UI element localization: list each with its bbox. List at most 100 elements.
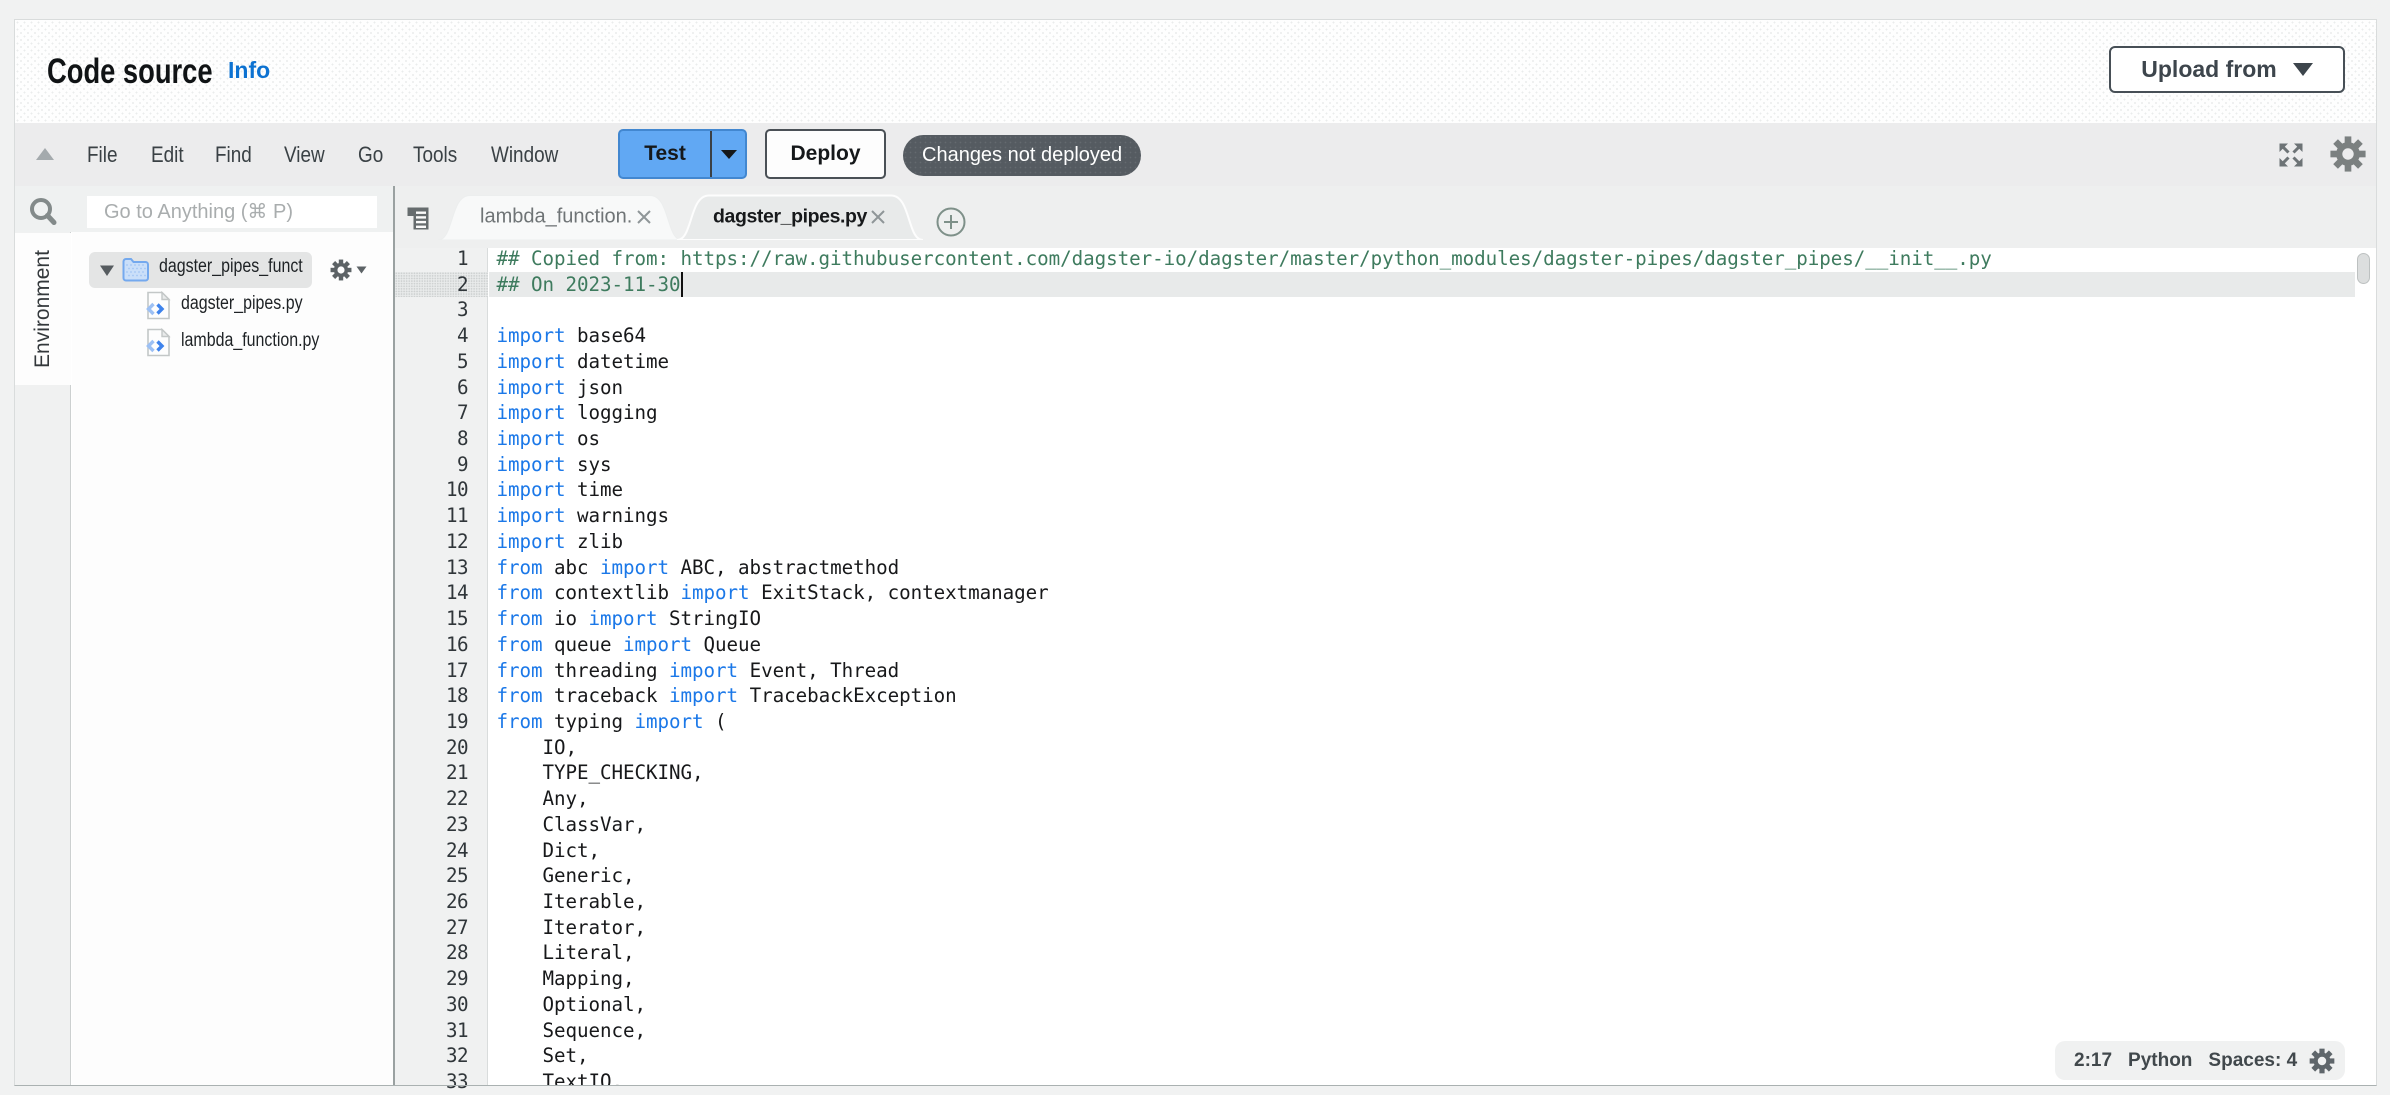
new-tab-plus-icon[interactable] bbox=[936, 207, 966, 237]
code-line: import warnings bbox=[497, 503, 670, 529]
tree-row-folder[interactable]: dagster_pipes_funct bbox=[72, 252, 393, 289]
code-source-card: Code source Info Upload from File Edit Fin… bbox=[14, 19, 2377, 1086]
code-line: Dict, bbox=[497, 838, 601, 864]
editor-statusbar: 2:17 Python Spaces: 4 bbox=[2055, 1041, 2345, 1080]
tab-dagster-pipes[interactable]: dagster_pipes.py bbox=[677, 194, 923, 240]
folder-disclosure-icon[interactable] bbox=[99, 264, 115, 277]
code-line: from typing import ( bbox=[497, 709, 727, 735]
menu-file[interactable]: File bbox=[87, 123, 117, 186]
line-number: 7 bbox=[408, 400, 468, 426]
line-number: 11 bbox=[408, 503, 468, 529]
line-number: 13 bbox=[408, 555, 468, 581]
tab-list-icon[interactable] bbox=[406, 205, 430, 232]
code-area[interactable]: ## Copied from: https://raw.githubuserco… bbox=[489, 248, 2377, 1087]
search-icon bbox=[28, 197, 58, 227]
line-number: 9 bbox=[408, 452, 468, 478]
upload-from-button[interactable]: Upload from bbox=[2109, 46, 2345, 93]
tree-row-file[interactable]: lambda_function.py bbox=[72, 326, 393, 363]
line-number: 23 bbox=[408, 812, 468, 838]
code-line: from abc import ABC, abstractmethod bbox=[497, 555, 900, 581]
tab-close-icon[interactable] bbox=[635, 208, 653, 226]
environment-rail: Environment bbox=[14, 232, 71, 1086]
file-tree: dagster_pipes_funct bbox=[72, 232, 393, 1086]
line-number: 33 bbox=[408, 1069, 468, 1095]
line-number: 2 bbox=[408, 272, 468, 298]
environment-tab[interactable]: Environment bbox=[14, 233, 71, 385]
code-line: from traceback import TracebackException bbox=[497, 683, 957, 709]
fullscreen-icon[interactable] bbox=[2278, 142, 2304, 168]
indent-setting[interactable]: Spaces: 4 bbox=[2208, 1050, 2297, 1072]
gear-caret-down-icon[interactable] bbox=[356, 266, 367, 274]
menubar: File Edit Find View Go Tools Window Test Deplo… bbox=[14, 123, 2377, 186]
code-line: from contextlib import ExitStack, contex… bbox=[497, 580, 1049, 606]
folder-settings-gear-icon[interactable] bbox=[330, 259, 352, 281]
code-line: from queue import Queue bbox=[497, 632, 762, 658]
statusbar-gear-icon[interactable] bbox=[2309, 1048, 2335, 1074]
page-title: Code source bbox=[47, 51, 213, 92]
code-line: Iterable, bbox=[497, 889, 647, 915]
code-editor[interactable]: 1234567891011121314151617181920212223242… bbox=[395, 248, 2377, 1087]
python-file-icon bbox=[145, 291, 171, 320]
active-line-highlight bbox=[489, 272, 2355, 298]
menu-view[interactable]: View bbox=[284, 123, 325, 186]
deploy-button[interactable]: Deploy bbox=[765, 129, 886, 179]
code-line: ## Copied from: https://raw.githubuserco… bbox=[497, 248, 1992, 272]
menu-tools[interactable]: Tools bbox=[413, 123, 457, 186]
line-number: 31 bbox=[408, 1018, 468, 1044]
line-number: 15 bbox=[408, 606, 468, 632]
code-line: ClassVar, bbox=[497, 812, 647, 838]
changes-not-deployed-badge: Changes not deployed bbox=[903, 135, 1141, 176]
line-number: 5 bbox=[408, 349, 468, 375]
test-dropdown-arrow[interactable] bbox=[712, 131, 745, 177]
code-line: Optional, bbox=[497, 992, 647, 1018]
line-number: 20 bbox=[408, 735, 468, 761]
menu-edit[interactable]: Edit bbox=[151, 123, 184, 186]
menu-go[interactable]: Go bbox=[358, 123, 383, 186]
info-link[interactable]: Info bbox=[228, 57, 270, 84]
line-number: 25 bbox=[408, 863, 468, 889]
code-line: import sys bbox=[497, 452, 612, 478]
tab-lambda-function[interactable]: lambda_function. bbox=[438, 194, 682, 240]
test-button[interactable]: Test bbox=[618, 129, 747, 179]
tab-close-icon[interactable] bbox=[869, 208, 887, 226]
line-number: 29 bbox=[408, 966, 468, 992]
line-number: 8 bbox=[408, 426, 468, 452]
code-line: Literal, bbox=[497, 940, 635, 966]
vertical-scrollbar-thumb[interactable] bbox=[2357, 253, 2370, 284]
code-line: import logging bbox=[497, 400, 658, 426]
line-number: 27 bbox=[408, 915, 468, 941]
language-mode[interactable]: Python bbox=[2128, 1050, 2192, 1072]
menu-window[interactable]: Window bbox=[491, 123, 558, 186]
code-line: import time bbox=[497, 477, 624, 503]
collapse-panel-icon[interactable] bbox=[36, 148, 54, 160]
code-line: IO, bbox=[497, 735, 578, 761]
caret-down-icon bbox=[721, 150, 737, 159]
tree-row-file[interactable]: dagster_pipes.py bbox=[72, 289, 393, 326]
code-line: import zlib bbox=[497, 529, 624, 555]
folder-icon bbox=[121, 256, 150, 283]
menu-find[interactable]: Find bbox=[215, 123, 252, 186]
settings-gear-icon[interactable] bbox=[2329, 135, 2367, 173]
line-number: 26 bbox=[408, 889, 468, 915]
cursor-position[interactable]: 2:17 bbox=[2074, 1050, 2112, 1072]
code-line: ## On 2023-11-30 bbox=[497, 272, 681, 298]
line-number: 10 bbox=[408, 477, 468, 503]
line-number-gutter: 1234567891011121314151617181920212223242… bbox=[395, 248, 488, 1087]
code-line: from io import StringIO bbox=[497, 606, 762, 632]
code-line: from threading import Event, Thread bbox=[497, 658, 900, 684]
line-number: 3 bbox=[408, 297, 468, 323]
code-line: Any, bbox=[497, 786, 589, 812]
test-button-label[interactable]: Test bbox=[620, 131, 712, 177]
line-number: 1 bbox=[408, 246, 468, 272]
go-to-anything-input[interactable] bbox=[87, 196, 377, 228]
line-number: 17 bbox=[408, 658, 468, 684]
code-line: import base64 bbox=[497, 323, 647, 349]
upload-from-label: Upload from bbox=[2141, 56, 2276, 83]
line-number: 16 bbox=[408, 632, 468, 658]
python-file-icon bbox=[145, 328, 171, 357]
code-line: TYPE_CHECKING, bbox=[497, 760, 704, 786]
tab-strip: lambda_function. dagster_pipes.py bbox=[395, 186, 2377, 248]
code-line: import datetime bbox=[497, 349, 670, 375]
line-number: 30 bbox=[408, 992, 468, 1018]
tab-label: dagster_pipes.py bbox=[713, 206, 867, 229]
